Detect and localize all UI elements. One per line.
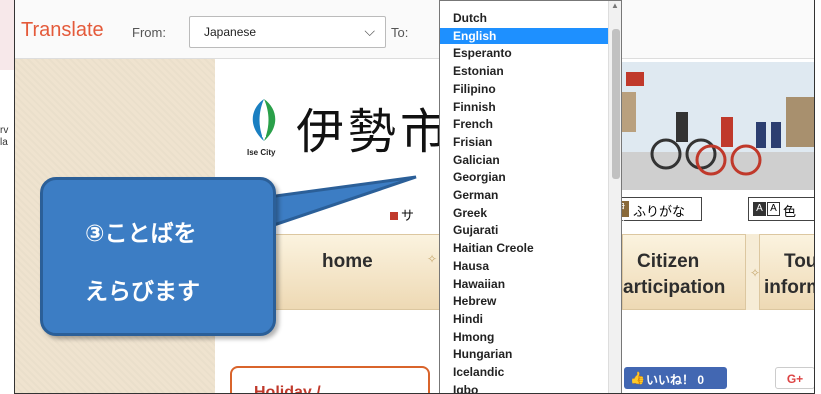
furigana-button[interactable]: 伊勢 ふりがな (608, 197, 702, 230)
language-option[interactable]: Estonian (440, 63, 608, 79)
nav-home[interactable]: home (255, 234, 443, 310)
language-option[interactable]: Frisian (440, 134, 608, 150)
to-language-dropdown-list[interactable]: Dutch English Esperanto Estonian Filipino Fin… (439, 0, 622, 393)
scroll-up-arrow-icon[interactable]: ▲ (611, 1, 619, 10)
nav-separator-icon: ✧ (427, 252, 438, 266)
callout-line-2: えらびます (85, 279, 200, 305)
nav-tourist-label: Tou (784, 251, 815, 272)
logo-subtitle: Ise City (247, 148, 276, 157)
language-option[interactable]: Esperanto (440, 45, 608, 61)
language-option[interactable]: Gujarati (440, 222, 608, 238)
language-option[interactable]: Hindi (440, 311, 608, 327)
language-option[interactable]: Hmong (440, 329, 608, 345)
outer-left-strip: rv la (0, 0, 14, 394)
nav-participation-label: articipation (623, 277, 726, 298)
scrollbar-thumb[interactable] (612, 29, 620, 179)
language-option[interactable]: Greek (440, 205, 608, 221)
language-option[interactable]: Filipino (440, 81, 608, 97)
language-option[interactable]: Galician (440, 152, 608, 168)
outer-left-text-line: rv (0, 125, 9, 136)
language-option[interactable]: Haitian Creole (440, 240, 608, 256)
holiday-panel[interactable]: Holiday / (230, 366, 430, 394)
color-contrast-button[interactable]: A A 色 (748, 197, 814, 221)
to-label: To: (391, 25, 409, 40)
from-language-select[interactable]: Japanese ⌵ (189, 16, 386, 48)
nav-citizen-participation[interactable]: Citizen articipation (622, 234, 746, 310)
callout-pointer (268, 175, 417, 229)
language-option[interactable]: French (440, 116, 608, 132)
city-emblem-icon (252, 99, 276, 141)
nav-citizen-label: Citizen (637, 251, 700, 272)
light-a-icon: A (767, 202, 780, 216)
outer-left-text-line: la (0, 137, 8, 148)
outer-left-pink-block (0, 0, 14, 70)
translate-bar: Translate From: Japanese ⌵ To: (15, 0, 814, 59)
instruction-callout: ③ことばを えらびます (40, 177, 276, 336)
furigana-label: ふりがな (633, 204, 686, 219)
from-label: From: (132, 25, 166, 40)
chevron-down-icon: ⌵ (364, 23, 375, 39)
language-option[interactable]: Georgian (440, 169, 608, 185)
thumbs-up-icon: 👍 (630, 371, 645, 385)
language-option[interactable]: Igbo (440, 382, 608, 393)
dropdown-scrollbar[interactable]: ▲ (608, 1, 621, 393)
language-option[interactable]: English (440, 27, 608, 44)
cyclists-illustration (606, 62, 814, 190)
language-option[interactable]: Hebrew (440, 293, 608, 309)
language-option[interactable]: Icelandic (440, 364, 608, 380)
bicycles-icon (606, 72, 814, 176)
language-option[interactable]: German (440, 187, 608, 203)
language-option[interactable]: Dutch (440, 10, 608, 26)
nav-home-label: home (322, 251, 373, 272)
color-label: 色 (783, 204, 797, 219)
google-plus-button[interactable]: G+ (775, 367, 814, 389)
dark-a-icon: A (753, 202, 766, 216)
callout-line-1: ③ことばを (85, 221, 197, 247)
outer-left-text: rv la (0, 125, 14, 149)
language-option[interactable]: Finnish (440, 99, 608, 115)
language-option[interactable]: Hausa (440, 258, 608, 274)
facebook-like-button[interactable]: 👍 いいね！ 0 (624, 367, 727, 389)
like-label: いいね！ 0 (646, 373, 705, 387)
holiday-label: Holiday / (254, 384, 321, 394)
city-logo-text[interactable]: 伊勢市 (296, 92, 452, 162)
nav-tourist-information[interactable]: Tou inform (759, 234, 815, 310)
language-option[interactable]: Hawaiian (440, 276, 608, 292)
nav-information-label: inform (764, 277, 814, 298)
from-language-value: Japanese (204, 25, 257, 39)
translate-title: Translate (21, 19, 104, 41)
language-option[interactable]: Hungarian (440, 346, 608, 362)
